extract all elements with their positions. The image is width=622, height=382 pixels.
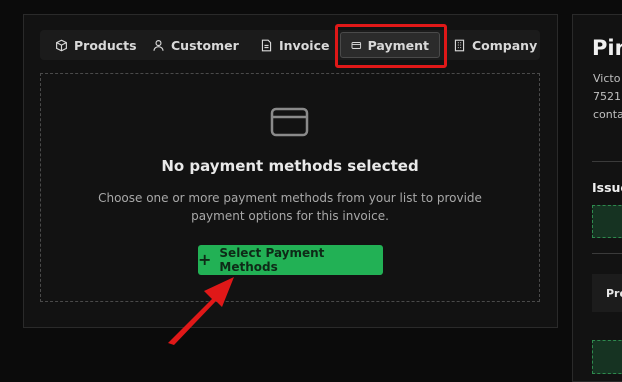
package-icon bbox=[56, 39, 67, 51]
preview-placeholder-box bbox=[592, 340, 622, 374]
invoice-preview-panel bbox=[572, 14, 622, 382]
divider bbox=[592, 253, 622, 254]
tab-highlight-box bbox=[335, 24, 447, 68]
divider bbox=[592, 161, 622, 162]
tab-label: Company bbox=[472, 37, 538, 53]
preview-products-header: Pro bbox=[592, 274, 622, 312]
preview-placeholder-box bbox=[592, 205, 622, 238]
tab-label: Products bbox=[74, 37, 137, 53]
credit-card-icon bbox=[270, 107, 309, 137]
preview-issue-label: Issue bbox=[592, 180, 622, 195]
preview-line: Victo bbox=[593, 72, 621, 85]
empty-state-description: Choose one or more payment methods from … bbox=[98, 191, 482, 223]
empty-state-title: No payment methods selected bbox=[161, 157, 419, 175]
tab-bar: Products Customer Invoice Payment Compan… bbox=[40, 30, 540, 60]
preview-line: 7521 bbox=[593, 90, 621, 103]
tab-products[interactable]: Products bbox=[55, 30, 137, 60]
red-arrow-annotation bbox=[168, 277, 234, 345]
preview-title: Pin bbox=[592, 36, 622, 60]
preview-pro-label: Pro bbox=[606, 287, 622, 300]
file-icon bbox=[261, 39, 272, 51]
tab-label: Customer bbox=[171, 37, 239, 53]
tab-label: Invoice bbox=[279, 37, 330, 53]
tab-invoice[interactable]: Invoice bbox=[260, 30, 329, 60]
tab-company[interactable]: Company bbox=[453, 30, 537, 60]
button-label: Select Payment Methods bbox=[219, 246, 325, 274]
user-icon bbox=[153, 39, 164, 51]
preview-line: conta bbox=[593, 108, 622, 121]
tab-customer[interactable]: Customer bbox=[152, 30, 239, 60]
building-icon bbox=[454, 39, 465, 51]
